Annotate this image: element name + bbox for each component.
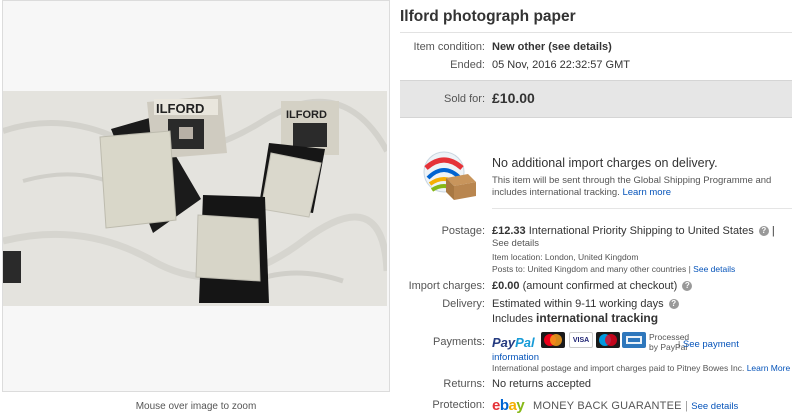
delivery-label: Delivery: [442,298,485,310]
mastercard-logo [541,332,565,348]
gsp-title: No additional import charges on delivery… [492,156,718,170]
zoom-hint: Mouse over image to zoom [135,401,257,412]
ilford-label-right: ILFORD [286,109,327,121]
see-payment-row: | See payment [678,339,739,350]
delivery-estimate-row: Estimated within 9-11 working days ? [492,298,679,310]
amex-logo [622,332,646,348]
help-icon[interactable]: ? [668,299,679,310]
payment-note-text: International postage and import charges… [492,363,745,373]
payment-note: International postage and import charges… [492,363,790,373]
image-panel: ILFORD ILFORD Mouse over image to zoom [0,0,392,420]
section-divider [492,208,792,209]
postage-separator: | [771,225,775,237]
ended-value: 05 Nov, 2016 22:32:57 GMT [492,59,630,71]
item-location: Item location: London, United Kingdom [492,252,639,262]
gsp-text: This item will be sent through the Globa… [492,175,782,199]
sold-label: Sold for: [444,93,485,105]
import-charges-amount: £0.00 [492,280,520,292]
posts-to: Posts to: United Kingdom and many other … [492,264,735,274]
visa-logo: VISA [569,332,593,348]
see-payment-link[interactable]: See payment [683,339,739,350]
help-icon[interactable]: ? [758,226,769,237]
postage-see-details-link[interactable]: See details [492,238,539,249]
condition-value[interactable]: New other (see details) [492,41,612,53]
postage-price: £12.33 [492,225,526,237]
ebay-logo: ebay [492,397,525,414]
payment-learn-more-link[interactable]: Learn More [747,363,790,373]
import-charges-label: Import charges: [408,280,485,292]
posts-to-text: Posts to: United Kingdom and many other … [492,264,687,274]
posts-to-separator: | [688,264,691,274]
postage-label: Postage: [441,225,485,237]
ended-label: Ended: [450,59,485,71]
condition-label: Item condition: [413,41,485,53]
delivery-tracking: international tracking [536,311,659,325]
guarantee-see-details-link[interactable]: See details [691,401,738,412]
returns-label: Returns: [443,378,485,390]
delivery-tracking-row: Includes international tracking [492,311,658,325]
help-icon[interactable]: ? [682,281,693,292]
sold-price: £10.00 [492,90,535,106]
item-title: Ilford photograph paper [400,8,576,25]
posts-to-see-details-link[interactable]: See details [693,264,735,274]
postage-service: International Priority Shipping to Unite… [528,225,754,237]
ilford-label-left: ILFORD [156,101,204,116]
payment-information-link[interactable]: information [492,352,539,363]
paypal-logo: PayPal [492,335,535,350]
title-divider [400,32,792,33]
delivery-includes: Includes [492,313,533,325]
guarantee-separator: | [684,400,688,412]
import-charges-value: £0.00 (amount confirmed at checkout) ? [492,280,693,292]
returns-value: No returns accepted [492,378,592,390]
protection-label: Protection: [432,399,485,411]
maestro-logo [596,332,620,348]
import-charges-note: (amount confirmed at checkout) [522,280,678,292]
global-shipping-icon [416,148,480,202]
product-photo[interactable]: ILFORD ILFORD [3,91,387,306]
payments-label: Payments: [433,336,485,348]
money-back-guarantee: MONEY BACK GUARANTEE | See details [533,400,738,412]
guarantee-text: MONEY BACK GUARANTEE [533,400,682,412]
gsp-learn-more-link[interactable]: Learn more [622,187,671,198]
delivery-estimate: Estimated within 9-11 working days [492,298,664,310]
payment-separator: | [678,339,681,349]
listing-details: Ilford photograph paper Item condition: … [400,0,792,420]
postage-value: £12.33 International Priority Shipping t… [492,225,775,237]
